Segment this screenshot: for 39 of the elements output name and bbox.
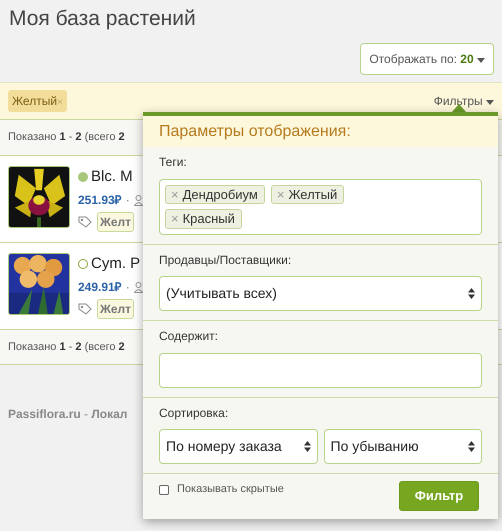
separator: ·	[126, 192, 130, 210]
sort-arrows-icon	[468, 288, 475, 300]
checkbox-label: Показывать скрытые	[177, 483, 284, 497]
checkbox[interactable]	[159, 484, 169, 495]
tag-icon	[78, 303, 93, 316]
separator: ·	[126, 279, 130, 296]
plant-name-link[interactable]: Blc. M	[91, 166, 133, 188]
order-select[interactable]: По убыванию	[324, 428, 482, 464]
tag-icon	[78, 216, 93, 228]
user-icon	[134, 194, 143, 206]
page-title: Моя база растений	[8, 6, 197, 32]
results-summary: Показано 1 - 2 (всего 2	[8, 340, 125, 353]
sellers-select[interactable]: (Учитывать всех)	[159, 276, 482, 312]
popover-title: Параметры отображения:	[143, 116, 498, 148]
tag-chip[interactable]: × Желтый	[270, 184, 344, 204]
user-icon	[134, 282, 143, 293]
contains-field[interactable]	[159, 352, 482, 388]
sort-arrows-icon	[468, 440, 475, 452]
plant-tag[interactable]: Желт	[97, 212, 134, 232]
filters-toggle[interactable]: Фильтры	[434, 92, 494, 110]
tag-chip[interactable]: × Красный	[165, 209, 242, 229]
plant-name-link[interactable]: Cym. P	[91, 252, 140, 276]
tag-chip[interactable]: × Дендробиум	[165, 184, 265, 204]
field-label: Теги:	[159, 155, 188, 170]
tags-field[interactable]: × Дендробиум × Желтый × Красный	[159, 178, 482, 235]
per-page-dropdown[interactable]: Отображать по: 20	[360, 43, 494, 76]
plant-price: 249.91₽	[78, 279, 122, 296]
filter-tag[interactable]: Желтый×	[8, 90, 67, 112]
sort-select[interactable]: По номеру заказа	[159, 428, 318, 464]
field-label: Продавцы/Поставщики:	[159, 252, 292, 268]
results-summary: Показано 1 - 2 (всего 2	[8, 131, 125, 144]
field-label: Сортировка:	[159, 406, 230, 420]
field-label: Содержит:	[159, 329, 219, 344]
caret-icon	[486, 100, 494, 105]
plant-tag[interactable]: Желт	[97, 299, 134, 320]
caret-icon	[477, 58, 485, 63]
sort-arrows-icon	[304, 440, 310, 452]
footer-text: Passiflora.ru - Локал	[8, 407, 128, 422]
plant-price: 251.93₽	[78, 192, 122, 210]
